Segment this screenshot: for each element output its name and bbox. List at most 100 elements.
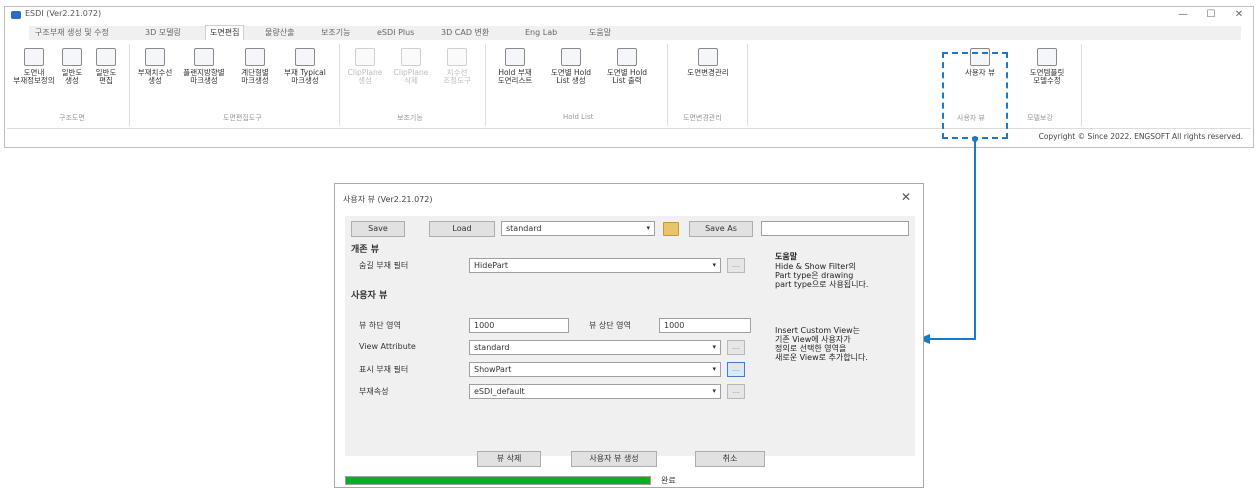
crosshair-icon [194, 48, 214, 66]
tab-aux[interactable]: 보조기능 [321, 26, 350, 40]
group-divider [485, 44, 486, 126]
tab-member-create[interactable]: 구조부재 생성 및 수정 [35, 26, 109, 40]
ribbon-btn-flange-mark[interactable]: 플랜지방향별 마크생성 [179, 48, 229, 85]
view-attr-label: View Attribute [359, 342, 416, 351]
ribbon-btn-typical-mark[interactable]: 부재 Typical 마크생성 [279, 48, 331, 85]
app-logo-icon [11, 11, 21, 19]
tab-eng-lab[interactable]: Eng Lab [525, 26, 557, 40]
show-filter-select[interactable]: ShowPart ▾ [469, 362, 721, 377]
ribbon-btn-label: 도면별 Hold List 생성 [550, 68, 592, 85]
drawing-create-icon [62, 48, 82, 66]
close-window-button[interactable]: ✕ [1225, 7, 1253, 23]
ribbon-btn-label: 도면내 부재정보정의 [13, 68, 55, 85]
view-top-input[interactable]: 1000 [659, 318, 751, 333]
ribbon-btn-general-edit[interactable]: 일반도 편집 [91, 48, 121, 85]
tab-3d-modeling[interactable]: 3D 모델링 [145, 26, 181, 40]
group-label-hold-list: Hold List [563, 113, 594, 121]
ribbon-btn-dim-tool[interactable]: 치수선 조정도구 [437, 48, 477, 85]
show-filter-label: 표시 부재 필터 [359, 365, 409, 374]
ribbon-btn-label: Hold 부재 도면리스트 [497, 68, 533, 85]
chevron-down-icon: ▾ [712, 343, 716, 351]
dimension-tool-icon [447, 48, 467, 66]
ribbon-btn-label: 부재치수선 생성 [137, 68, 173, 85]
view-bottom-input[interactable]: 1000 [469, 318, 569, 333]
member-attr-browse-button[interactable]: ... [727, 384, 745, 399]
group-label-drawing-manage: 도면변경관리 [683, 114, 722, 122]
ribbon-btn-label: 플랜지방향별 마크생성 [183, 68, 225, 85]
delete-view-button[interactable]: 뷰 삭제 [477, 451, 541, 467]
ribbon-btn-label: 도면템플릿 모델수정 [1029, 68, 1065, 85]
hide-filter-browse-button[interactable]: ... [727, 258, 745, 273]
ribbon-btn-hold-print[interactable]: 도면별 Hold List 출력 [601, 48, 653, 85]
user-view-dialog: 사용자 뷰 (Ver2.21.072) ✕ Save Load standard… [334, 183, 924, 488]
preset-value: standard [506, 224, 542, 233]
preset-select[interactable]: standard ▾ [501, 221, 655, 236]
ribbon-btn-general-create[interactable]: 일반도 생성 [57, 48, 87, 85]
view-attr-browse-button[interactable]: ... [727, 340, 745, 355]
tab-3d-cad[interactable]: 3D CAD 변환 [441, 26, 489, 40]
progress-fill [346, 477, 650, 484]
ribbon-btn-template-edit[interactable]: 도면템플릿 모델수정 [1019, 48, 1075, 85]
view-top-label: 뷰 상단 영역 [589, 321, 631, 330]
show-filter-value: ShowPart [474, 365, 512, 374]
save-button[interactable]: Save [351, 221, 405, 237]
hide-filter-label: 숨길 부재 필터 [359, 261, 409, 270]
member-frame-icon [24, 48, 44, 66]
maximize-button[interactable]: ☐ [1197, 7, 1225, 23]
progress-label: 완료 [661, 476, 676, 485]
ribbon-btn-member-info[interactable]: 도면내 부재정보정의 [13, 48, 55, 85]
drawing-edit-icon [96, 48, 116, 66]
ribbon-btn-clipplane-delete[interactable]: ClipPlane 삭제 [391, 48, 431, 85]
create-view-button[interactable]: 사용자 뷰 생성 [571, 451, 657, 467]
save-as-button[interactable]: Save As [689, 221, 753, 237]
template-icon [1037, 48, 1057, 66]
tab-esdi-plus[interactable]: eSDI Plus [377, 26, 414, 40]
dialog-close-button[interactable]: ✕ [901, 190, 911, 204]
ribbon-btn-member-dim[interactable]: 부재치수선 생성 [135, 48, 175, 85]
ribbon-btn-clipplane-create[interactable]: ClipPlane 생성 [345, 48, 385, 85]
help-existing-text: Hide & Show Filter의 Part type은 drawing p… [775, 262, 869, 289]
group-divider [129, 44, 130, 126]
crosshair-icon [245, 48, 265, 66]
hide-filter-value: HidePart [474, 261, 509, 270]
hide-filter-select[interactable]: HidePart ▾ [469, 258, 721, 273]
ribbon-btn-label: 도면별 Hold List 출력 [606, 68, 648, 85]
section-user-view: 사용자 뷰 [351, 291, 388, 301]
folder-icon[interactable] [663, 222, 679, 236]
tab-drawing-edit[interactable]: 도면편집 [205, 25, 245, 41]
tab-quantity[interactable]: 물량산출 [265, 26, 294, 40]
ribbon-btn-label: 계단형별 마크생성 [241, 68, 269, 85]
tab-help[interactable]: 도움말 [589, 26, 611, 40]
group-label-model: 모델보강 [1027, 114, 1053, 122]
view-attr-select[interactable]: standard ▾ [469, 340, 721, 355]
ribbon-btn-label: 치수선 조정도구 [443, 68, 471, 85]
help-title: 도움말 [775, 252, 798, 261]
minimize-button[interactable]: — [1169, 7, 1197, 23]
group-divider [667, 44, 668, 126]
ribbon-btn-drawing-manage[interactable]: 도면변경관리 [673, 48, 743, 77]
member-attr-select[interactable]: eSDI_default ▾ [469, 384, 721, 399]
status-bar: Copyright © Since 2022. ENGSOFT All righ… [7, 129, 1251, 147]
dimension-icon [145, 48, 165, 66]
section-existing-view: 개존 뷰 [351, 245, 379, 255]
list-icon [561, 48, 581, 66]
save-as-name-input[interactable] [761, 221, 909, 236]
chevron-down-icon: ▾ [712, 387, 716, 395]
group-label-drawing: 구조도면 [59, 114, 85, 122]
load-button[interactable]: Load [429, 221, 495, 237]
hold-list-icon [505, 48, 525, 66]
app-title: ESDI (Ver2.21.072) [25, 9, 102, 18]
view-attr-value: standard [474, 343, 510, 352]
ribbon-btn-label: 부재 Typical 마크생성 [284, 68, 326, 85]
ribbon-btn-hold-list[interactable]: Hold 부재 도면리스트 [491, 48, 539, 85]
show-filter-browse-button[interactable]: ... [727, 362, 745, 377]
group-divider [1081, 44, 1082, 126]
eraser-icon [401, 48, 421, 66]
highlight-box [942, 52, 1008, 139]
ribbon-btn-stair-mark[interactable]: 계단형별 마크생성 [235, 48, 275, 85]
ribbon-btn-hold-create[interactable]: 도면별 Hold List 생성 [545, 48, 597, 85]
chevron-down-icon: ▾ [712, 365, 716, 373]
cancel-button[interactable]: 취소 [695, 451, 765, 467]
member-attr-label: 부재속성 [359, 387, 389, 396]
main-window: ESDI (Ver2.21.072) — ☐ ✕ 구조부재 생성 및 수정 3D… [4, 6, 1254, 148]
